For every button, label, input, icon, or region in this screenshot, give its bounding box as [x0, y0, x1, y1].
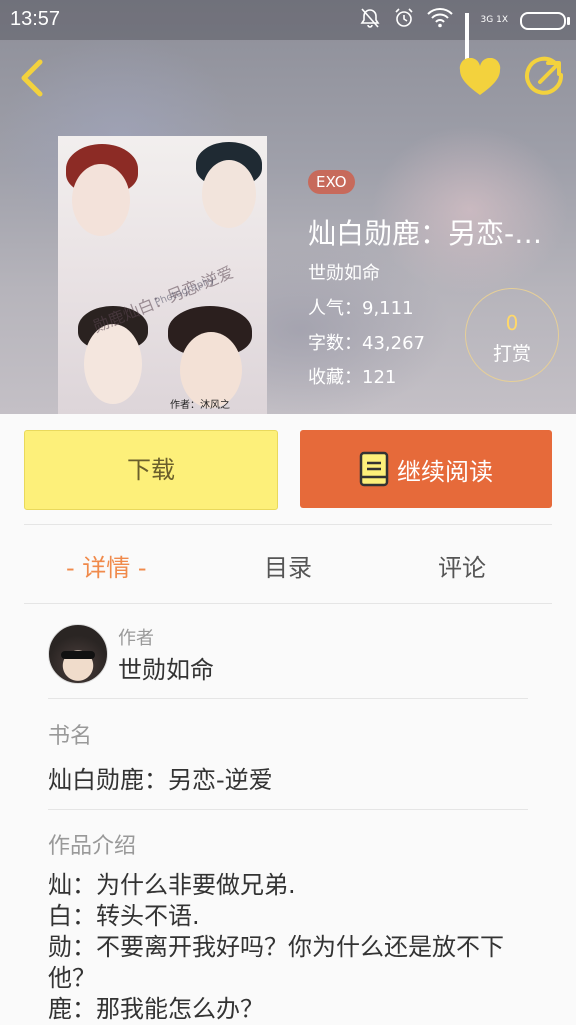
- battery-icon: [520, 11, 570, 30]
- author-label: 作者: [118, 628, 154, 649]
- intro-line: 鹿：那我能怎么办？: [48, 995, 264, 1023]
- cover-author: 作者：沐风之（XEIN）: [170, 400, 230, 411]
- back-button[interactable]: [14, 56, 50, 100]
- word-count-stat: 字数：43,267: [308, 333, 425, 354]
- book-icon: [359, 451, 389, 487]
- avatar[interactable]: [48, 624, 108, 684]
- reward-count: 0: [505, 311, 519, 335]
- alarm-icon: [393, 7, 415, 34]
- divider: [24, 603, 552, 604]
- reward-button[interactable]: 0 打赏: [465, 288, 559, 382]
- signal-icon: [464, 12, 469, 67]
- chevron-left-icon: [21, 59, 43, 97]
- mute-icon: [359, 7, 381, 34]
- bookname-label: 书名: [48, 724, 93, 749]
- divider: [48, 809, 528, 810]
- tab-contents[interactable]: 目录: [264, 548, 312, 583]
- book-cover[interactable]: 勋鹿灿白：另恋-逆爱 Photography 作者：沐风之（XEIN）: [58, 136, 267, 414]
- share-button[interactable]: [524, 56, 566, 98]
- status-time: 13:57: [10, 8, 61, 30]
- category-tag[interactable]: EXO: [308, 170, 355, 194]
- intro-line: 勋：不要离开我好吗？你为什么还是放不下他？: [48, 933, 504, 992]
- popularity-stat: 人气：9,111: [308, 298, 414, 319]
- book-author[interactable]: 世勋如命: [308, 259, 380, 285]
- intro-label: 作品介绍: [48, 834, 137, 859]
- network-type: 3G 1X: [480, 15, 508, 25]
- tab-details[interactable]: - 详情 -: [66, 548, 147, 583]
- book-title: 灿白勋鹿：另恋-…: [308, 217, 540, 250]
- wifi-icon: [426, 8, 453, 33]
- favorite-button[interactable]: [458, 57, 502, 98]
- intro-line: 白：转头不语.: [48, 902, 200, 930]
- share-icon: [525, 56, 564, 95]
- divider: [24, 524, 552, 525]
- status-icons: 3G 1X: [359, 7, 570, 67]
- reward-label: 打赏: [492, 343, 531, 365]
- favorites-stat: 收藏：121: [308, 367, 397, 388]
- divider: [48, 698, 528, 699]
- author-name[interactable]: 世勋如命: [118, 650, 214, 685]
- status-bar: 13:57 3G 1X: [0, 0, 576, 67]
- tab-comments[interactable]: 评论: [438, 548, 486, 583]
- intro-line: 灿：为什么非要做兄弟.: [48, 871, 296, 899]
- bookname-value: 灿白勋鹿：另恋-逆爱: [48, 766, 273, 794]
- intro-text: 灿：为什么非要做兄弟. 白：转头不语. 勋：不要离开我好吗？你为什么还是放不下他…: [48, 870, 538, 1025]
- sunglasses-icon: [61, 651, 95, 659]
- download-button[interactable]: 下载: [24, 430, 278, 510]
- heart-icon: [459, 57, 501, 95]
- continue-reading-button[interactable]: 继续阅读: [300, 430, 552, 508]
- continue-reading-label: 继续阅读: [397, 457, 493, 486]
